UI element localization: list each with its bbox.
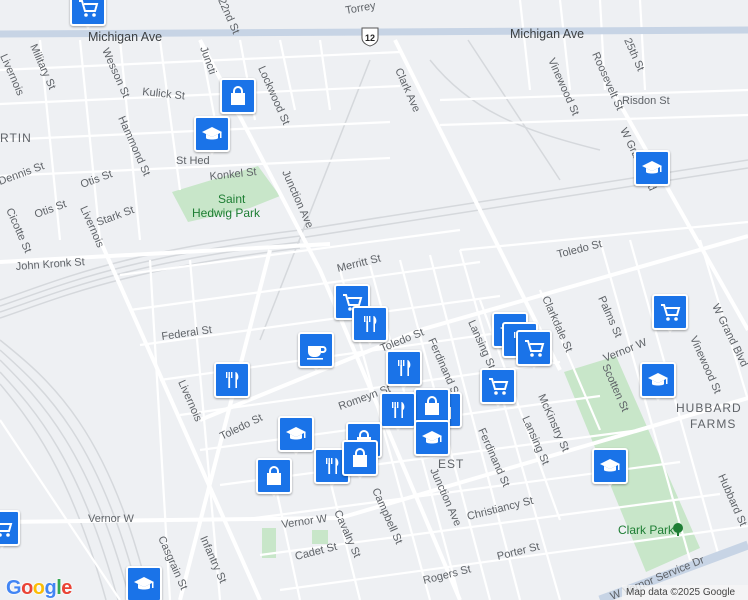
google-logo-text: Google	[6, 577, 72, 599]
poi-marker-shopping[interactable]	[342, 440, 378, 479]
marker-box	[634, 150, 670, 186]
label-risdon-st: Risdon St	[622, 95, 670, 107]
map-attribution[interactable]: Map data ©2025 Google	[622, 585, 748, 600]
map-base: Michigan Ave Michigan Ave Clark Ave Junc…	[0, 0, 748, 600]
poi-marker-school[interactable]	[592, 448, 628, 487]
marker-box	[380, 392, 416, 428]
graduation-cap-icon	[648, 373, 668, 386]
marker-box	[278, 416, 314, 452]
shopping-bag-icon	[425, 396, 439, 415]
shopping-cart-icon	[79, 0, 99, 17]
marker-box	[516, 330, 552, 366]
graduation-cap-icon	[642, 161, 662, 174]
poi-marker-restaurant[interactable]	[214, 362, 250, 401]
google-logo: Google	[6, 577, 72, 600]
shopping-bag-icon	[267, 466, 281, 485]
shopping-bag-icon	[231, 86, 245, 105]
poi-marker-grocery[interactable]	[652, 294, 688, 333]
marker-box	[126, 566, 162, 600]
map-canvas[interactable]: Michigan Ave Michigan Ave Clark Ave Junc…	[0, 0, 748, 600]
label-st-hed: St Hed	[176, 155, 210, 167]
shopping-cart-icon	[525, 340, 545, 357]
small-park-area	[312, 530, 328, 544]
poi-marker-grocery[interactable]	[516, 330, 552, 369]
us-route-shield-number: 12	[365, 33, 375, 43]
marker-box	[194, 116, 230, 152]
graduation-cap-icon	[202, 127, 222, 140]
us-route-shield: 12	[361, 27, 379, 47]
fork-knife-icon	[326, 458, 339, 474]
marker-box	[414, 420, 450, 456]
marker-box	[220, 78, 256, 114]
graduation-cap-icon	[134, 577, 154, 590]
coffee-cup-icon	[307, 346, 327, 360]
poi-marker-cafe[interactable]	[298, 332, 334, 371]
marker-box	[352, 306, 388, 342]
label-west: EST	[438, 457, 464, 471]
marker-box	[298, 332, 334, 368]
marker-box	[70, 0, 106, 26]
poi-marker-shopping[interactable]	[256, 458, 292, 497]
label-hubbard-farms-1: HUBBARD	[676, 401, 742, 415]
marker-box	[652, 294, 688, 330]
marker-box	[256, 458, 292, 494]
marker-box	[414, 388, 450, 424]
label-michigan-ave-east: Michigan Ave	[510, 27, 584, 41]
shopping-cart-icon	[489, 378, 509, 395]
poi-marker-restaurant[interactable]	[386, 350, 422, 389]
shopping-cart-icon	[661, 304, 681, 321]
poi-marker-grocery[interactable]	[70, 0, 106, 29]
poi-marker-school[interactable]	[414, 420, 450, 459]
graduation-cap-icon	[422, 431, 442, 444]
label-hubbard-farms-2: FARMS	[690, 417, 736, 431]
shopping-bag-icon	[353, 448, 367, 467]
label-saint-hedwig-park-1: Saint	[218, 192, 246, 206]
marker-box	[480, 368, 516, 404]
label-martin: RTIN	[0, 131, 32, 145]
fork-knife-icon	[364, 316, 377, 332]
marker-box	[0, 510, 20, 546]
graduation-cap-icon	[600, 459, 620, 472]
poi-marker-shopping[interactable]	[414, 388, 450, 427]
poi-marker-school[interactable]	[194, 116, 230, 155]
graduation-cap-icon	[286, 427, 306, 440]
label-saint-hedwig-park-2: Hedwig Park	[192, 206, 261, 220]
poi-marker-grocery[interactable]	[0, 510, 20, 549]
fork-knife-icon	[392, 402, 405, 418]
marker-box	[386, 350, 422, 386]
marker-box	[342, 440, 378, 476]
poi-marker-school[interactable]	[634, 150, 670, 189]
poi-marker-shopping[interactable]	[220, 78, 256, 117]
label-michigan-ave-west: Michigan Ave	[88, 30, 162, 44]
fork-knife-icon	[226, 372, 239, 388]
label-vernor-w-west: Vernor W	[88, 513, 134, 525]
shopping-cart-icon	[0, 523, 13, 537]
fork-knife-icon	[398, 360, 411, 376]
marker-box	[214, 362, 250, 398]
poi-marker-restaurant[interactable]	[352, 306, 388, 345]
poi-marker-school[interactable]	[126, 566, 162, 600]
poi-marker-school[interactable]	[278, 416, 314, 455]
poi-marker-restaurant[interactable]	[380, 392, 416, 431]
label-clark-park: Clark Park	[618, 523, 675, 537]
poi-marker-grocery[interactable]	[480, 368, 516, 407]
marker-box	[592, 448, 628, 484]
poi-marker-school[interactable]	[640, 362, 676, 401]
marker-box	[640, 362, 676, 398]
